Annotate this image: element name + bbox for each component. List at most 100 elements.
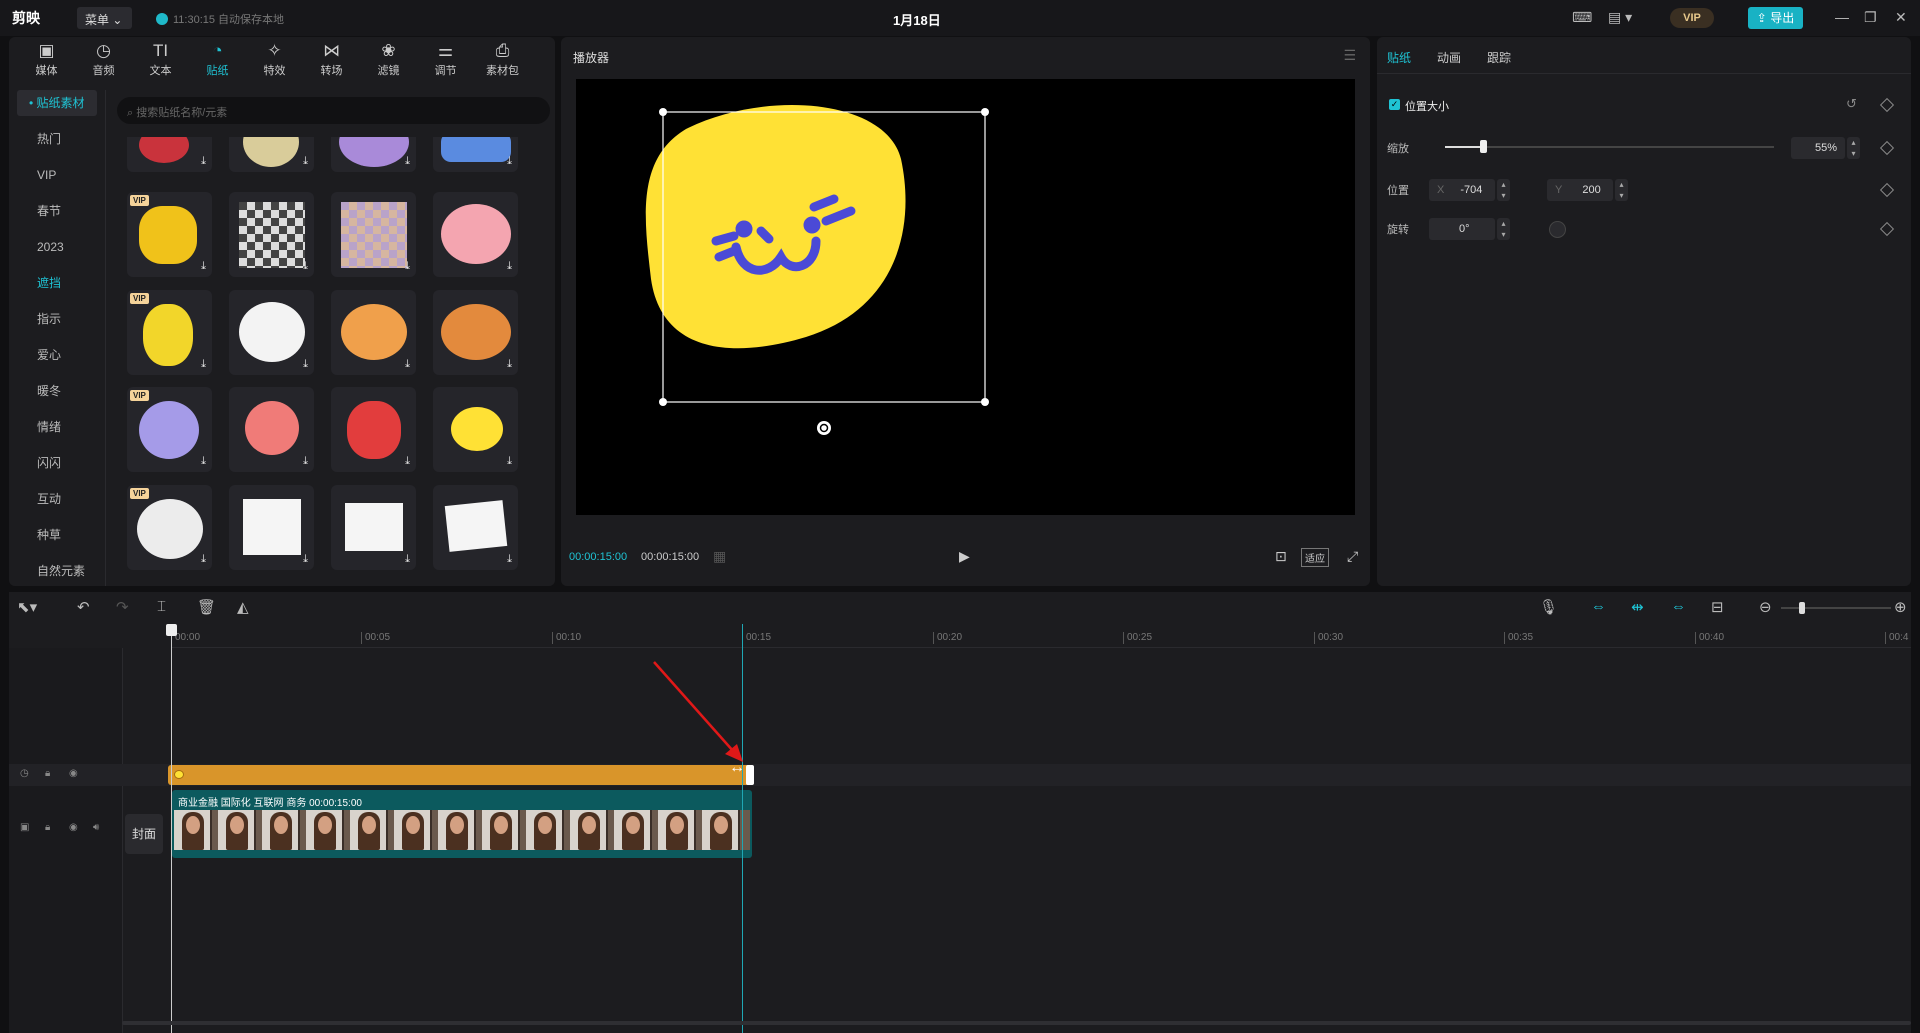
zoom-in-icon[interactable]: ⊕	[1894, 598, 1907, 616]
redo-icon[interactable]: ↷	[116, 598, 129, 616]
tab-media[interactable]: ▣ 媒体	[19, 37, 74, 79]
download-icon[interactable]: ⤓	[201, 358, 206, 371]
position-size-checkbox[interactable]: ✓	[1389, 99, 1400, 110]
download-icon[interactable]: ⤓	[507, 260, 512, 273]
category-item[interactable]: 互动	[9, 481, 105, 517]
tab-filter[interactable]: ❀ 滤镜	[361, 37, 416, 79]
eye-icon[interactable]: ◉	[69, 822, 78, 833]
category-item[interactable]: 暖冬	[9, 373, 105, 409]
fit-button[interactable]: 适应	[1301, 548, 1329, 567]
category-item[interactable]: VIP	[9, 157, 105, 193]
menu-button[interactable]: 菜单 ⌄	[77, 7, 132, 29]
keyframe-icon[interactable]	[1879, 182, 1895, 198]
download-icon[interactable]: ⤓	[303, 155, 308, 168]
position-y-input[interactable]: Y 200	[1547, 179, 1613, 201]
vip-badge[interactable]: VIP	[1670, 8, 1714, 28]
sticker-item[interactable]: VIP ⤓	[127, 387, 212, 472]
tab-audio[interactable]: ◷ 音频	[76, 37, 131, 79]
tab-text[interactable]: TI 文本	[133, 37, 188, 79]
sticker-item[interactable]: ⤓	[433, 192, 518, 277]
resize-handle[interactable]	[659, 398, 667, 406]
rotate-input[interactable]: 0°	[1429, 218, 1495, 240]
position-x-input[interactable]: X -704	[1429, 179, 1495, 201]
minimize-icon[interactable]: —	[1835, 9, 1849, 25]
tab-sticker-props[interactable]: 贴纸	[1387, 49, 1411, 66]
download-icon[interactable]: ⤓	[507, 553, 512, 566]
download-icon[interactable]: ⤓	[507, 455, 512, 468]
category-item[interactable]: 自然元素	[9, 553, 105, 589]
sticker-search-input[interactable]: ⌕ 搜索贴纸名称/元素	[117, 97, 550, 124]
resize-handle[interactable]	[981, 398, 989, 406]
category-item-selected[interactable]: 遮挡	[9, 265, 105, 301]
snap-icon[interactable]: ⇹	[1631, 598, 1644, 616]
lock-icon[interactable]: 🔒︎	[45, 822, 50, 833]
sticker-item[interactable]: VIP ⤓	[127, 290, 212, 375]
download-icon[interactable]: ⤓	[303, 358, 308, 371]
link-icon[interactable]: ⇔	[1591, 598, 1606, 615]
download-icon[interactable]: ⤓	[405, 155, 410, 168]
download-icon[interactable]: ⤓	[201, 455, 206, 468]
layout-icon[interactable]: ▤ ▾	[1608, 9, 1632, 26]
sticker-item[interactable]: ⤓	[433, 137, 518, 172]
volume-icon[interactable]: 🔊︎	[93, 822, 99, 833]
sticker-item[interactable]: ⤓	[229, 290, 314, 375]
keyframe-icon[interactable]	[1879, 221, 1895, 237]
restore-icon[interactable]: ❐	[1864, 9, 1877, 26]
delete-icon[interactable]: 🗑	[197, 598, 216, 616]
sticker-item[interactable]: ⤓	[331, 137, 416, 172]
download-icon[interactable]: ⤓	[507, 358, 512, 371]
rotate-icon[interactable]	[817, 421, 831, 435]
download-icon[interactable]: ⤓	[201, 553, 206, 566]
eye-icon[interactable]: ◉	[69, 768, 78, 779]
align-icon[interactable]: ⊟	[1711, 598, 1724, 616]
category-item[interactable]: 情绪	[9, 409, 105, 445]
sticker-item[interactable]: ⤓	[331, 290, 416, 375]
category-item[interactable]: 2023	[9, 229, 105, 265]
screenshot-icon[interactable]: ⊡	[1275, 548, 1287, 565]
download-icon[interactable]: ⤓	[201, 260, 206, 273]
timeline-scrollbar[interactable]	[122, 1021, 1911, 1025]
split-icon[interactable]: ⌶	[157, 598, 166, 615]
sticker-item[interactable]: VIP ⤓	[127, 192, 212, 277]
category-item[interactable]: 指示	[9, 301, 105, 337]
sticker-item[interactable]: VIP ⤓	[127, 485, 212, 570]
sticker-item[interactable]: ⤓	[433, 387, 518, 472]
tab-adjust[interactable]: ⚌ 调节	[418, 37, 473, 79]
lock-icon[interactable]: 🔒︎	[45, 768, 50, 779]
menu-icon[interactable]: ☰	[1343, 47, 1356, 64]
category-sticker-material[interactable]: • 贴纸素材	[17, 90, 97, 116]
tab-transition[interactable]: ⋈ 转场	[304, 37, 359, 79]
position-x-stepper[interactable]: ▴ ▾	[1497, 179, 1510, 201]
sticker-item[interactable]: ⤓	[433, 290, 518, 375]
rotate-stepper[interactable]: ▴ ▾	[1497, 218, 1510, 240]
video-track-icon[interactable]: ▣	[20, 822, 29, 833]
download-icon[interactable]: ⤓	[405, 455, 410, 468]
tab-tracking[interactable]: 跟踪	[1487, 49, 1511, 66]
download-icon[interactable]: ⤓	[303, 260, 308, 273]
download-icon[interactable]: ⤓	[303, 553, 308, 566]
download-icon[interactable]: ⤓	[405, 358, 410, 371]
scale-stepper[interactable]: ▴ ▾	[1847, 137, 1860, 159]
time-ruler[interactable]: 00:00 00:05 00:10 00:15 00:20 00:25 00:3…	[171, 624, 1911, 648]
sticker-item[interactable]: ⤓	[331, 387, 416, 472]
zoom-thumb[interactable]	[1799, 602, 1805, 614]
sticker-item[interactable]: ⤓	[229, 192, 314, 277]
mirror-icon[interactable]: ◭	[237, 598, 249, 616]
cover-button[interactable]: 封面	[125, 814, 163, 854]
playhead-handle[interactable]	[166, 624, 177, 636]
download-icon[interactable]: ⤓	[303, 455, 308, 468]
category-item[interactable]: 热门	[9, 121, 105, 157]
undo-icon[interactable]: ↶	[77, 598, 90, 616]
download-icon[interactable]: ⤓	[201, 155, 206, 168]
tab-sticker[interactable]: ◔ 贴纸	[190, 37, 245, 79]
sticker-item[interactable]: ⤓	[331, 192, 416, 277]
resize-handle[interactable]	[981, 108, 989, 116]
sticker-item[interactable]: ⤓	[331, 485, 416, 570]
tab-animation[interactable]: 动画	[1437, 49, 1461, 66]
download-icon[interactable]: ⤓	[405, 260, 410, 273]
download-icon[interactable]: ⤓	[405, 553, 410, 566]
playhead[interactable]	[171, 624, 172, 1033]
keyframe-icon[interactable]	[1879, 140, 1895, 156]
download-icon[interactable]: ⤓	[507, 155, 512, 168]
tab-effects[interactable]: ✧ 特效	[247, 37, 302, 79]
